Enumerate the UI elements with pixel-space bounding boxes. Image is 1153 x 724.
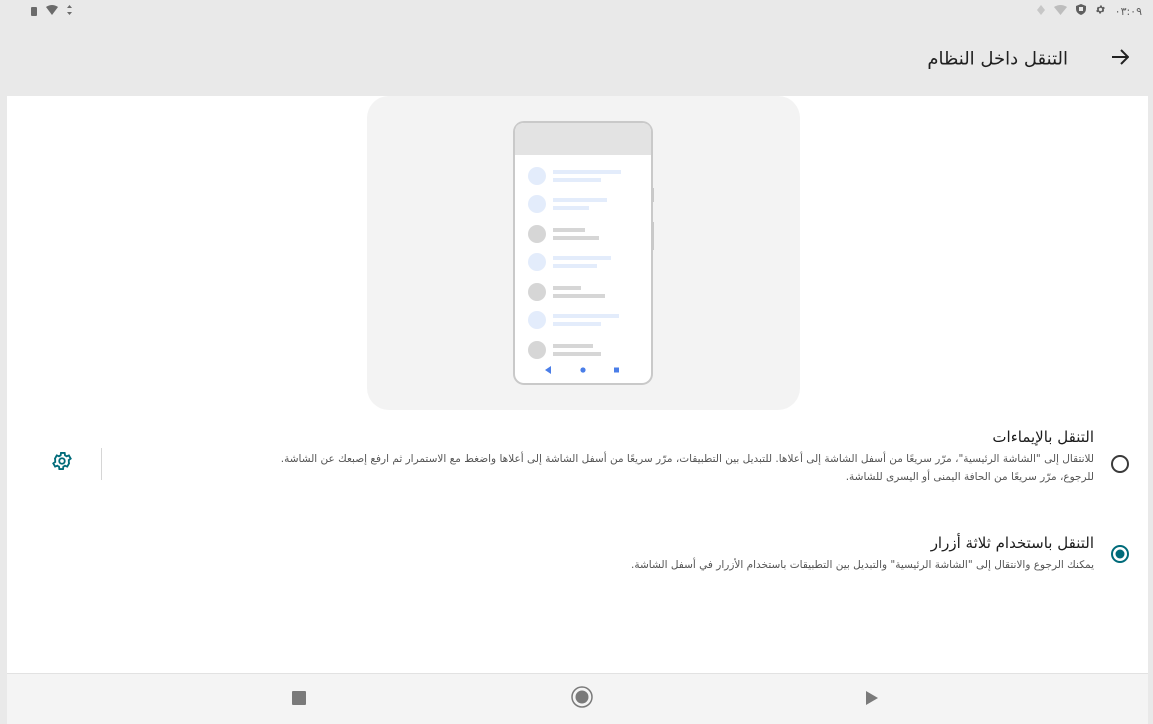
wifi-signal-icon bbox=[46, 4, 58, 18]
gear-icon bbox=[51, 450, 73, 476]
recents-button[interactable] bbox=[279, 679, 319, 719]
option-summary-line1: للانتقال إلى "الشاشة الرئيسية"، مرّر سري… bbox=[280, 453, 1094, 465]
option-title: التنقل بالإيماءات bbox=[992, 428, 1094, 446]
option-text: التنقل بالإيماءات للانتقال إلى "الشاشة ا… bbox=[117, 428, 1094, 486]
navigation-illustration bbox=[367, 96, 800, 410]
settings-icon bbox=[1095, 4, 1106, 18]
option-gesture-navigation[interactable]: التنقل بالإيماءات للانتقال إلى "الشاشة ا… bbox=[7, 428, 1148, 498]
back-nav-button[interactable] bbox=[852, 679, 892, 719]
option-three-button-navigation[interactable]: التنقل باستخدام ثلاثة أزرار يمكنك الرجوع… bbox=[7, 534, 1148, 584]
radio-gesture-navigation[interactable] bbox=[1110, 454, 1130, 474]
arrow-back-icon bbox=[1111, 49, 1130, 69]
phone-illustration bbox=[513, 121, 654, 385]
status-bar: ٠٣:٠٩ bbox=[7, 0, 1148, 22]
location-icon bbox=[1036, 4, 1045, 18]
option-summary-line1: يمكنك الرجوع والانتقال إلى "الشاشة الرئي… bbox=[631, 559, 1094, 571]
system-nav-bar bbox=[7, 673, 1148, 724]
divider bbox=[101, 448, 102, 480]
shield-icon bbox=[1075, 4, 1086, 18]
page-title: التنقل داخل النظام bbox=[927, 48, 1068, 70]
battery-icon bbox=[31, 6, 37, 16]
home-icon bbox=[571, 686, 593, 712]
back-button[interactable] bbox=[1102, 41, 1138, 77]
option-title: التنقل باستخدام ثلاثة أزرار bbox=[930, 534, 1094, 552]
wifi-icon bbox=[1053, 4, 1067, 18]
settings-screen: ٠٣:٠٩ التنقل داخل النظام التنقل بالإيماء… bbox=[7, 0, 1148, 724]
option-summary-line2: للرجوع، مرّر سريعًا من الحافة اليمنى أو … bbox=[845, 471, 1094, 483]
back-triangle-icon bbox=[865, 690, 879, 709]
radio-three-button-navigation[interactable] bbox=[1110, 544, 1130, 564]
gesture-settings-button[interactable] bbox=[49, 450, 75, 476]
option-text: التنقل باستخدام ثلاثة أزرار يمكنك الرجوع… bbox=[7, 534, 1094, 574]
recents-icon bbox=[292, 690, 306, 709]
status-time: ٠٣:٠٩ bbox=[1114, 4, 1142, 18]
home-button[interactable] bbox=[562, 679, 602, 719]
status-bar-left bbox=[31, 4, 72, 18]
status-bar-right: ٠٣:٠٩ bbox=[1036, 4, 1142, 18]
data-activity-icon bbox=[67, 4, 72, 18]
toolbar: التنقل داخل النظام bbox=[7, 22, 1148, 96]
